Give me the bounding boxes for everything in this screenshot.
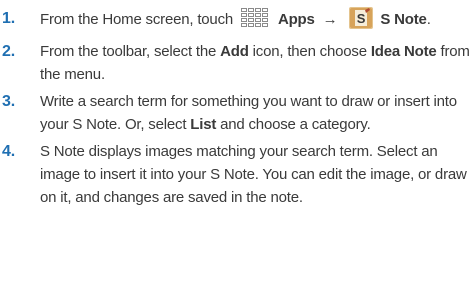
arrow-icon: → — [322, 11, 338, 28]
step-text: S Note displays images matching your sea… — [40, 143, 467, 206]
step-2: 2. From the toolbar, select the Add icon… — [0, 40, 476, 86]
instruction-steps: 1. From the Home screen, touch Apps → S … — [0, 0, 476, 209]
step-text-end: . — [426, 11, 431, 28]
step-text: icon, then choose — [248, 43, 371, 60]
step-number: 4. — [2, 143, 15, 160]
apps-grid-icon — [237, 7, 274, 36]
step-text: From the toolbar, select the — [40, 43, 221, 60]
step-number: 1. — [2, 10, 15, 27]
step-text: From the Home screen, touch — [40, 11, 234, 28]
step-number: 2. — [2, 43, 15, 60]
step-4: 4. S Note displays images matching your … — [0, 140, 476, 209]
step-1: 1. From the Home screen, touch Apps → S … — [0, 7, 476, 36]
list-label: List — [190, 116, 217, 133]
s-note-label: S Note — [380, 11, 427, 28]
apps-label: Apps — [277, 11, 315, 28]
s-note-icon: S — [345, 7, 376, 36]
add-label: Add — [220, 43, 249, 60]
idea-note-label: Idea Note — [370, 43, 437, 60]
svg-text:S: S — [357, 11, 366, 26]
step-number: 3. — [2, 93, 15, 110]
step-3: 3. Write a search term for something you… — [0, 90, 476, 136]
step-text: and choose a category. — [216, 116, 371, 133]
